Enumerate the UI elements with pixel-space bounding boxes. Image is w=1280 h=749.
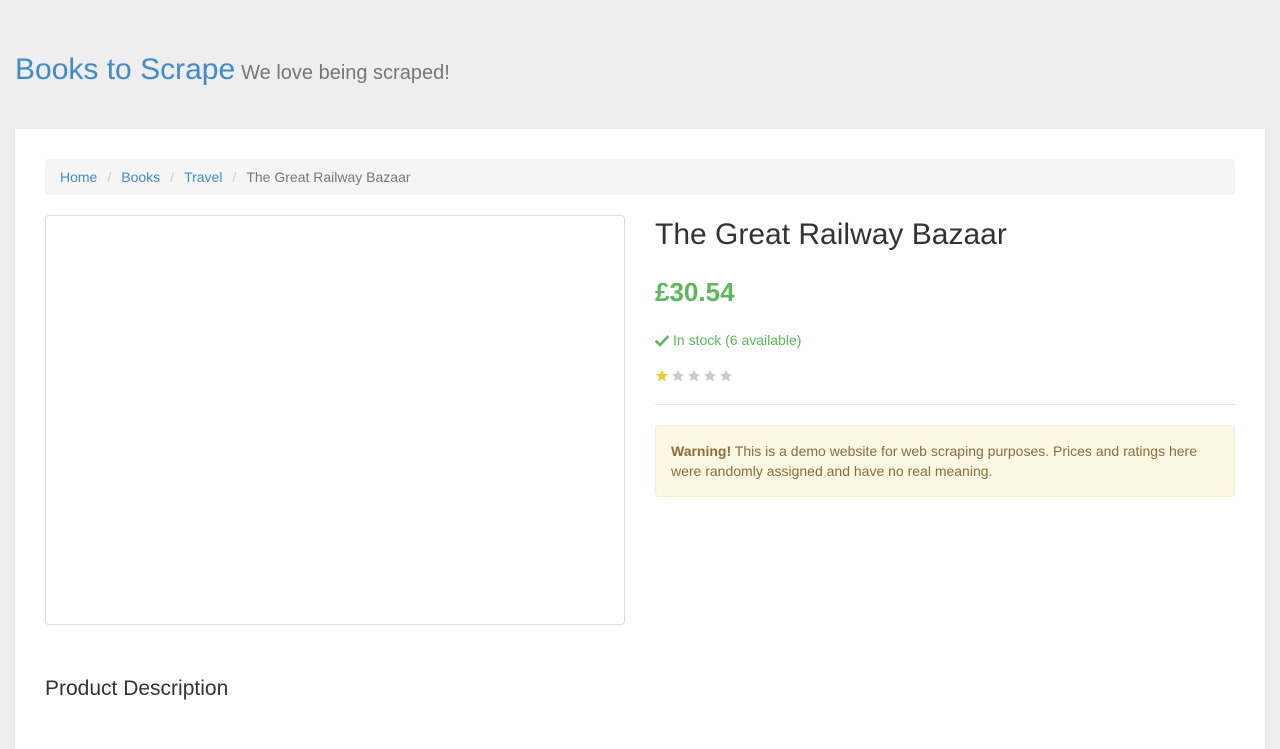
availability: In stock (6 available): [654, 330, 1235, 350]
breadcrumb: Home / Books / Travel / The Great Railwa…: [45, 159, 1235, 195]
breadcrumb-books[interactable]: Books: [121, 169, 160, 185]
warning-text: This is a demo website for web scraping …: [671, 443, 1198, 479]
star-icon: [655, 369, 669, 382]
star-icon: [703, 369, 717, 382]
brand-link[interactable]: Books to Scrape: [15, 52, 235, 88]
product-description-heading: Product Description: [45, 677, 229, 700]
breadcrumb-separator: /: [170, 169, 175, 185]
product-page: Home / Books / Travel / The Great Railwa…: [15, 129, 1265, 749]
divider: [655, 404, 1235, 405]
breadcrumb-separator: /: [232, 169, 237, 185]
star-icon: [671, 369, 685, 382]
check-icon: [654, 333, 670, 347]
breadcrumb-current: The Great Railway Bazaar: [246, 169, 411, 185]
product-price: £30.54: [655, 277, 735, 307]
product-main: The Great Railway Bazaar £30.54 In stock…: [654, 215, 1235, 497]
breadcrumb-home[interactable]: Home: [60, 169, 97, 185]
warning-label: Warning!: [671, 443, 732, 459]
product-image: [45, 215, 625, 625]
breadcrumb-separator: /: [107, 169, 112, 185]
star-icon: [719, 369, 733, 382]
availability-text: In stock (6 available): [673, 332, 802, 348]
warning-alert: Warning! This is a demo website for web …: [655, 425, 1235, 497]
star-rating: [655, 368, 1235, 384]
site-tagline: We love being scraped!: [241, 62, 450, 84]
product-title: The Great Railway Bazaar: [655, 218, 1007, 251]
star-icon: [687, 369, 701, 382]
breadcrumb-travel[interactable]: Travel: [184, 169, 222, 185]
site-header: Books to Scrape We love being scraped!: [15, 52, 450, 88]
